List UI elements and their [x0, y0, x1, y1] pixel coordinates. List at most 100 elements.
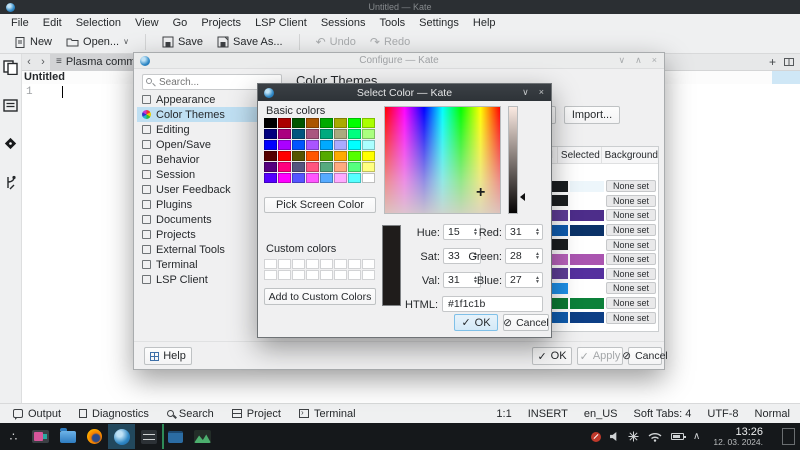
settings-category-item[interactable]: Documents: [137, 212, 265, 227]
undo-button[interactable]: ↶ Undo: [310, 34, 362, 50]
basic-color-swatch[interactable]: [292, 173, 305, 183]
selected-color-swatch[interactable]: [570, 195, 604, 207]
basic-color-swatch[interactable]: [362, 140, 375, 150]
basic-color-swatch[interactable]: [278, 162, 291, 172]
tab-next-button[interactable]: ›: [36, 56, 50, 68]
settings-category-item[interactable]: Behavior: [137, 152, 265, 167]
menu-item[interactable]: Help: [466, 17, 503, 29]
spin-arrows-icon[interactable]: ▲ ▼: [535, 276, 542, 285]
custom-color-swatch[interactable]: [348, 270, 361, 280]
settings-category-item[interactable]: Color Themes: [137, 107, 265, 122]
settings-category-item[interactable]: External Tools: [137, 242, 265, 257]
custom-color-swatch[interactable]: [362, 270, 375, 280]
basic-color-swatch[interactable]: [334, 162, 347, 172]
show-desktop-button[interactable]: [782, 428, 795, 445]
basic-color-swatch[interactable]: [278, 151, 291, 161]
basic-color-swatch[interactable]: [320, 173, 333, 183]
open-button[interactable]: Open... ∨: [60, 34, 135, 50]
custom-color-swatch[interactable]: [264, 259, 277, 269]
ok-button[interactable]: ✓ OK: [532, 347, 572, 365]
custom-color-swatch[interactable]: [362, 259, 375, 269]
graphics-app-icon[interactable]: [189, 424, 216, 449]
basic-color-swatch[interactable]: [348, 162, 361, 172]
custom-color-swatch[interactable]: [334, 270, 347, 280]
column-header-selected[interactable]: Selected: [558, 147, 602, 164]
value-slider-handle[interactable]: [520, 193, 525, 201]
custom-color-swatch[interactable]: [264, 270, 277, 280]
split-view-icon[interactable]: [784, 58, 794, 66]
basic-color-swatch[interactable]: [306, 162, 319, 172]
panel-toggle-button[interactable]: Diagnostics: [72, 406, 156, 422]
background-none-set-button[interactable]: None set: [606, 253, 656, 266]
column-header-background[interactable]: Background: [602, 147, 658, 164]
custom-color-swatch[interactable]: [306, 270, 319, 280]
system-settings-icon[interactable]: [135, 424, 162, 449]
selected-color-swatch[interactable]: [570, 282, 604, 294]
background-none-set-button[interactable]: None set: [606, 224, 656, 237]
status-item[interactable]: INSERT: [528, 408, 568, 420]
save-as-button[interactable]: Save As...: [211, 34, 289, 50]
menu-item[interactable]: Projects: [194, 17, 248, 29]
basic-color-swatch[interactable]: [362, 151, 375, 161]
basic-color-swatch[interactable]: [278, 129, 291, 139]
minimize-icon[interactable]: ∨: [619, 55, 626, 66]
menu-item[interactable]: Selection: [69, 17, 128, 29]
basic-color-swatch[interactable]: [264, 129, 277, 139]
settings-category-item[interactable]: Open/Save: [137, 137, 265, 152]
html-color-input[interactable]: [442, 296, 543, 312]
background-none-set-button[interactable]: None set: [606, 267, 656, 280]
basic-color-swatch[interactable]: [348, 140, 361, 150]
close-icon[interactable]: ×: [539, 87, 544, 98]
cancel-button[interactable]: ⊘ Cancel: [503, 314, 549, 331]
add-to-custom-colors-button[interactable]: Add to Custom Colors: [264, 288, 376, 305]
red-spinbox[interactable]: 31 ▲ ▼: [505, 224, 543, 240]
custom-color-swatch[interactable]: [278, 270, 291, 280]
menu-item[interactable]: View: [128, 17, 166, 29]
basic-color-swatch[interactable]: [362, 162, 375, 172]
menu-item[interactable]: Sessions: [314, 17, 373, 29]
basic-color-swatch[interactable]: [264, 162, 277, 172]
menu-item[interactable]: LSP Client: [248, 17, 314, 29]
spin-arrows-icon[interactable]: ▲ ▼: [535, 228, 542, 237]
basic-color-swatch[interactable]: [348, 129, 361, 139]
volume-icon[interactable]: [610, 432, 619, 441]
kate-taskbar-icon[interactable]: [108, 424, 135, 449]
settings-category-item[interactable]: Session: [137, 167, 265, 182]
basic-color-swatch[interactable]: [278, 140, 291, 150]
basic-color-swatch[interactable]: [320, 162, 333, 172]
documents-icon[interactable]: [3, 60, 18, 75]
settings-category-item[interactable]: User Feedback: [137, 182, 265, 197]
wifi-icon[interactable]: [648, 432, 662, 442]
status-item[interactable]: UTF-8: [707, 408, 738, 420]
basic-color-swatch[interactable]: [306, 151, 319, 161]
basic-color-swatch[interactable]: [292, 151, 305, 161]
basic-color-swatch[interactable]: [278, 118, 291, 128]
app-launcher-icon[interactable]: ∴: [0, 424, 27, 449]
menu-item[interactable]: Tools: [372, 17, 412, 29]
save-button[interactable]: Save: [156, 34, 209, 50]
settings-category-item[interactable]: Appearance: [137, 92, 265, 107]
panel-toggle-button[interactable]: Search: [160, 406, 221, 422]
development-app-icon[interactable]: [162, 424, 189, 449]
basic-color-swatch[interactable]: [292, 140, 305, 150]
basic-color-swatch[interactable]: [362, 173, 375, 183]
basic-color-swatch[interactable]: [306, 140, 319, 150]
basic-color-swatch[interactable]: [306, 129, 319, 139]
background-none-set-button[interactable]: None set: [606, 180, 656, 193]
basic-color-swatch[interactable]: [348, 118, 361, 128]
background-none-set-button[interactable]: None set: [606, 238, 656, 251]
basic-color-swatch[interactable]: [334, 129, 347, 139]
firefox-icon[interactable]: [81, 424, 108, 449]
custom-color-swatch[interactable]: [334, 259, 347, 269]
menu-item[interactable]: Edit: [36, 17, 69, 29]
basic-color-swatch[interactable]: [264, 173, 277, 183]
background-none-set-button[interactable]: None set: [606, 194, 656, 207]
menu-item[interactable]: File: [4, 17, 36, 29]
file-manager-icon[interactable]: [54, 424, 81, 449]
menu-item[interactable]: Settings: [412, 17, 466, 29]
background-none-set-button[interactable]: None set: [606, 297, 656, 310]
status-item[interactable]: en_US: [584, 408, 618, 420]
basic-color-swatch[interactable]: [348, 173, 361, 183]
new-tab-button[interactable]: +: [769, 55, 776, 69]
import-button[interactable]: Import...: [564, 106, 620, 124]
